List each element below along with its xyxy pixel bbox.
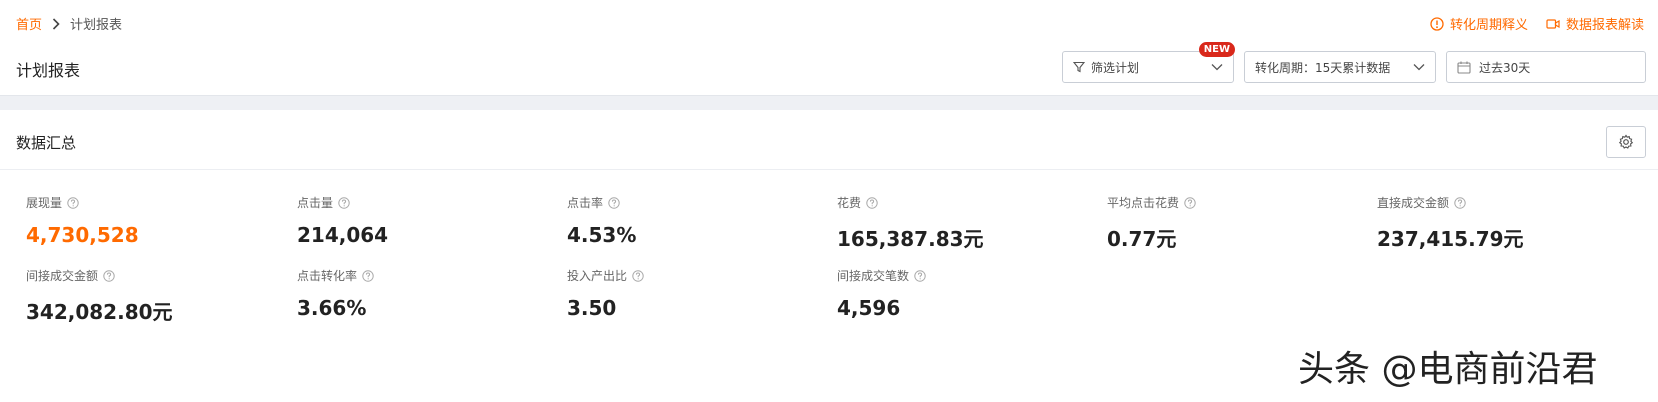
question-icon[interactable] bbox=[632, 269, 644, 282]
metric-value: 214,064 bbox=[297, 223, 389, 247]
metric-label: 投入产出比 bbox=[567, 269, 628, 283]
metric-impressions: 展现量 4,730,528 bbox=[26, 194, 139, 247]
metric-label: 花费 bbox=[837, 196, 862, 210]
metric-label: 点击量 bbox=[297, 196, 334, 210]
report-help-link[interactable]: 数据报表解读 bbox=[1546, 14, 1644, 33]
report-help-label: 数据报表解读 bbox=[1565, 18, 1644, 33]
metric-value: 237,415.79元 bbox=[1377, 227, 1524, 251]
metric-value: 4.53% bbox=[567, 223, 637, 247]
metric-value: 0.77元 bbox=[1107, 227, 1177, 251]
metric-label: 间接成交笔数 bbox=[837, 269, 910, 283]
summary-header: 数据汇总 bbox=[0, 110, 1658, 170]
metric-value: 3.66% bbox=[297, 296, 367, 320]
alert-circle-icon bbox=[1430, 16, 1444, 31]
metric-label: 间接成交金额 bbox=[26, 269, 99, 283]
question-icon[interactable] bbox=[1454, 196, 1466, 209]
period-help-link[interactable]: 转化周期释义 bbox=[1430, 14, 1528, 33]
metric-value: 4,730,528 bbox=[26, 223, 139, 247]
chevron-down-icon bbox=[1211, 63, 1223, 71]
filter-plan-dropdown[interactable]: 筛选计划 NEW bbox=[1062, 42, 1235, 83]
funnel-icon bbox=[1073, 61, 1085, 73]
new-badge: NEW bbox=[1198, 42, 1235, 57]
metric-value: 342,082.80元 bbox=[26, 300, 173, 324]
breadcrumb-current: 计划报表 bbox=[70, 18, 123, 33]
breadcrumb: 首页 计划报表 bbox=[16, 14, 122, 33]
metric-clicks: 点击量 214,064 bbox=[297, 194, 388, 247]
period-help-label: 转化周期释义 bbox=[1449, 18, 1528, 33]
settings-button[interactable] bbox=[1606, 126, 1646, 158]
date-range-picker[interactable]: 过去30天 bbox=[1446, 51, 1646, 83]
page-title: 计划报表 bbox=[16, 61, 81, 80]
filter-plan-label: 筛选计划 bbox=[1091, 60, 1140, 75]
question-icon[interactable] bbox=[608, 196, 620, 209]
header-card: 首页 计划报表 计划报表 转化周期释义 数据报表解读 筛选计划 NEW 转化周期… bbox=[0, 0, 1658, 96]
watermark: 头条 @电商前沿君 bbox=[1298, 349, 1598, 390]
video-icon bbox=[1546, 18, 1560, 30]
metric-cost: 花费 165,387.83元 bbox=[837, 194, 984, 252]
metric-label: 直接成交金额 bbox=[1377, 196, 1450, 210]
chevron-right-icon bbox=[52, 17, 60, 30]
metric-indirect-orders: 间接成交笔数 4,596 bbox=[837, 267, 926, 320]
metric-ctr: 点击率 4.53% bbox=[567, 194, 636, 247]
metric-label: 点击率 bbox=[567, 196, 604, 210]
metric-avg-cpc: 平均点击花费 0.77元 bbox=[1107, 194, 1196, 252]
breadcrumb-home-link[interactable]: 首页 bbox=[16, 14, 42, 33]
question-icon[interactable] bbox=[67, 196, 79, 209]
metric-direct-gmv: 直接成交金额 237,415.79元 bbox=[1377, 194, 1524, 252]
metric-label: 展现量 bbox=[26, 196, 63, 210]
question-icon[interactable] bbox=[914, 269, 926, 282]
chevron-down-icon bbox=[1413, 63, 1425, 71]
question-icon[interactable] bbox=[1184, 196, 1196, 209]
metric-label: 点击转化率 bbox=[297, 269, 358, 283]
metric-value: 3.50 bbox=[567, 296, 617, 320]
metric-cvr: 点击转化率 3.66% bbox=[297, 267, 374, 320]
question-icon[interactable] bbox=[362, 269, 374, 282]
conversion-period-value: 转化周期：15天累计数据 bbox=[1255, 60, 1391, 75]
conversion-period-select[interactable]: 转化周期：15天累计数据 bbox=[1244, 51, 1436, 83]
metric-value: 4,596 bbox=[837, 296, 901, 320]
date-range-value: 过去30天 bbox=[1479, 60, 1531, 75]
metric-label: 平均点击花费 bbox=[1107, 196, 1180, 210]
summary-title: 数据汇总 bbox=[16, 134, 77, 152]
help-links: 转化周期释义 数据报表解读 bbox=[1430, 14, 1644, 33]
gear-icon bbox=[1618, 134, 1634, 150]
metric-indirect-gmv: 间接成交金额 342,082.80元 bbox=[26, 267, 173, 325]
metric-roi: 投入产出比 3.50 bbox=[567, 267, 644, 320]
question-icon[interactable] bbox=[103, 269, 115, 282]
question-icon[interactable] bbox=[866, 196, 878, 209]
metric-value: 165,387.83元 bbox=[837, 227, 984, 251]
question-icon[interactable] bbox=[338, 196, 350, 209]
calendar-icon bbox=[1457, 61, 1471, 74]
